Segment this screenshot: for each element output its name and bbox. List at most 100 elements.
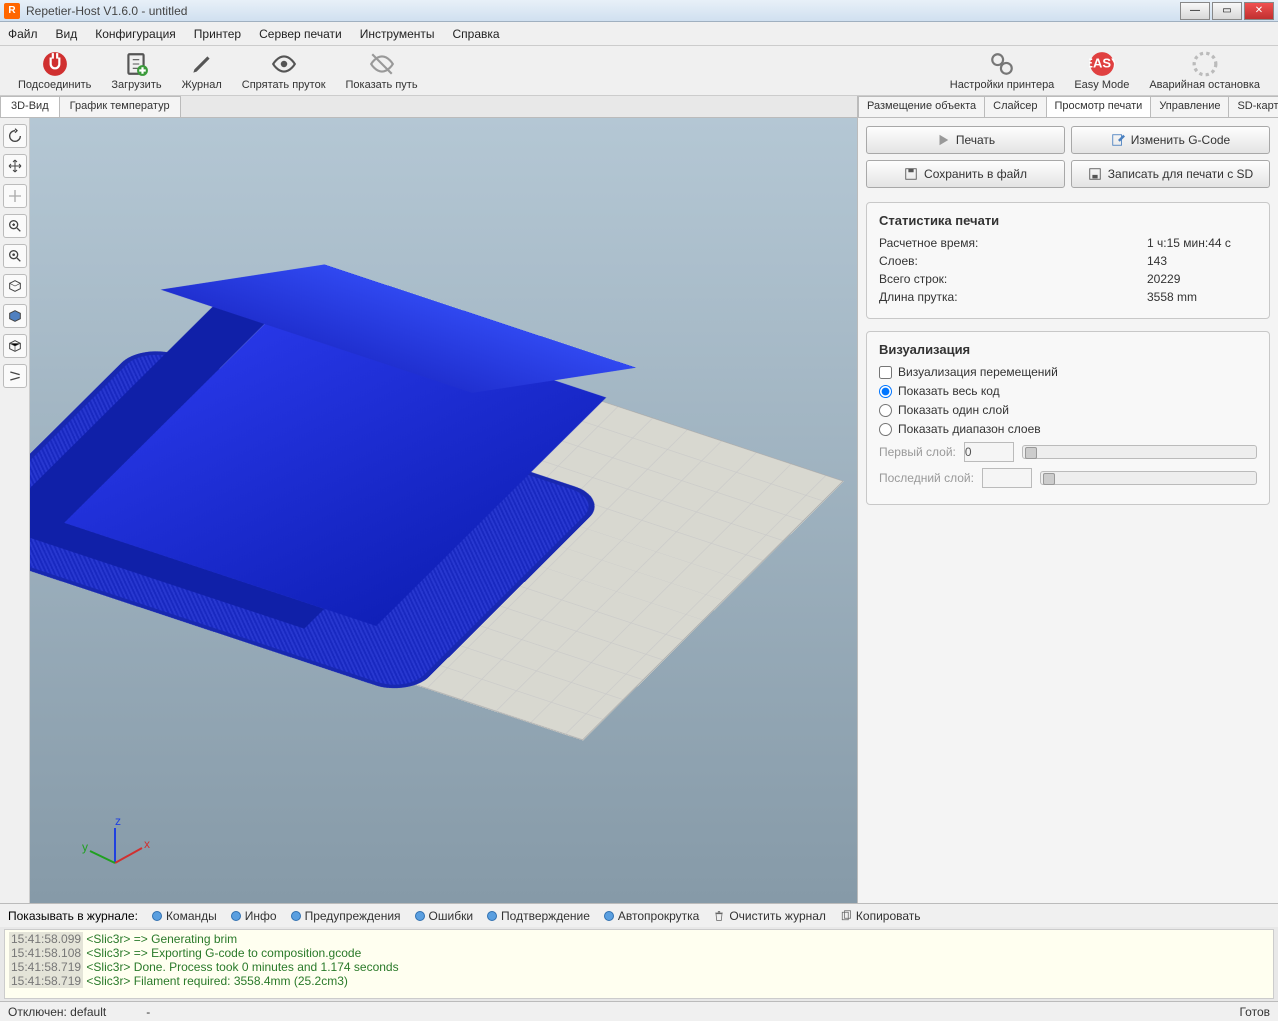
edit-icon [1111, 133, 1125, 147]
tab-3d-view[interactable]: 3D-Вид [0, 96, 60, 117]
status-ready: Готов [1239, 1005, 1270, 1019]
first-layer-input[interactable] [964, 442, 1014, 462]
parallel-view-button[interactable] [3, 364, 27, 388]
clear-log-button[interactable]: Очистить журнал [713, 909, 826, 923]
stat-time-value: 1 ч:15 мин:44 с [1147, 236, 1257, 250]
status-connection: Отключен: default [8, 1005, 106, 1019]
plug-icon [42, 51, 68, 77]
tab-object-placement[interactable]: Размещение объекта [858, 96, 985, 117]
first-layer-slider[interactable] [1022, 445, 1257, 459]
3d-viewport[interactable]: z x y [30, 118, 857, 903]
menu-tools[interactable]: Инструменты [360, 27, 435, 41]
connect-button[interactable]: Подсоединить [8, 49, 101, 93]
pencil-icon [189, 51, 215, 77]
load-button[interactable]: Загрузить [101, 49, 171, 93]
tab-temperature-graph[interactable]: График температур [59, 96, 181, 117]
move-view-button[interactable] [3, 154, 27, 178]
menu-file[interactable]: Файл [8, 27, 38, 41]
vis-travel-moves[interactable]: Визуализация перемещений [879, 365, 1257, 379]
vis-show-all[interactable]: Показать весь код [879, 384, 1257, 398]
hide-filament-button[interactable]: Спрятать пруток [232, 49, 336, 93]
save-file-button[interactable]: Сохранить в файл [866, 160, 1065, 188]
svg-text:z: z [115, 814, 121, 828]
vis-range-radio[interactable] [879, 423, 892, 436]
filter-ack[interactable]: Подтверждение [487, 909, 590, 923]
minimize-button[interactable]: — [1180, 2, 1210, 20]
top-view-button[interactable] [3, 274, 27, 298]
document-plus-icon [123, 51, 149, 77]
tab-sd-card[interactable]: SD-карта [1228, 96, 1278, 117]
vis-one-radio[interactable] [879, 404, 892, 417]
show-path-button[interactable]: Показать путь [336, 49, 428, 93]
printer-settings-button[interactable]: Настройки принтера [940, 49, 1065, 93]
vis-title: Визуализация [879, 342, 1257, 357]
stat-layers-label: Слоев: [879, 254, 1147, 268]
stat-lines-value: 20229 [1147, 272, 1257, 286]
stat-filament-value: 3558 mm [1147, 290, 1257, 304]
filter-autoscroll[interactable]: Автопрокрутка [604, 909, 699, 923]
filter-errors[interactable]: Ошибки [415, 909, 474, 923]
eye-icon [271, 51, 297, 77]
front-view-button[interactable] [3, 304, 27, 328]
filter-warnings[interactable]: Предупреждения [291, 909, 401, 923]
status-mid: - [146, 1005, 150, 1019]
tab-manual-control[interactable]: Управление [1150, 96, 1229, 117]
stat-time-label: Расчетное время: [879, 236, 1147, 250]
last-layer-slider[interactable] [1040, 471, 1257, 485]
eye-off-icon [369, 51, 395, 77]
dot-icon [152, 911, 162, 921]
zoom-in-button[interactable] [3, 214, 27, 238]
svg-text:y: y [82, 840, 88, 854]
close-button[interactable]: ✕ [1244, 2, 1274, 20]
stat-layers-value: 143 [1147, 254, 1257, 268]
save-icon [904, 167, 918, 181]
vis-all-radio[interactable] [879, 385, 892, 398]
zoom-fit-button[interactable] [3, 244, 27, 268]
last-layer-row: Последний слой: [879, 468, 1257, 488]
iso-view-button[interactable] [3, 334, 27, 358]
log-button[interactable]: Журнал [172, 49, 232, 93]
left-tabs: 3D-Вид График температур [0, 96, 857, 118]
stat-lines-label: Всего строк: [879, 272, 1147, 286]
log-console[interactable]: 15:41:58.099 <Slic3r> => Generating brim… [4, 929, 1274, 999]
dot-icon [415, 911, 425, 921]
filter-info[interactable]: Инфо [231, 909, 277, 923]
emergency-stop-button[interactable]: Аварийная остановка [1139, 49, 1270, 93]
maximize-button[interactable]: ▭ [1212, 2, 1242, 20]
title-bar: R Repetier-Host V1.6.0 - untitled — ▭ ✕ [0, 0, 1278, 22]
gears-icon [989, 51, 1015, 77]
filter-commands[interactable]: Команды [152, 909, 217, 923]
print-button[interactable]: Печать [866, 126, 1065, 154]
svg-text:x: x [144, 837, 150, 851]
menu-view[interactable]: Вид [56, 27, 78, 41]
last-layer-input[interactable] [982, 468, 1032, 488]
status-bar: Отключен: default - Готов [0, 1001, 1278, 1021]
menu-printserver[interactable]: Сервер печати [259, 27, 342, 41]
log-filter-bar: Показывать в журнале: Команды Инфо Преду… [0, 903, 1278, 927]
write-sd-button[interactable]: Записать для печати с SD [1071, 160, 1270, 188]
edit-gcode-button[interactable]: Изменить G-Code [1071, 126, 1270, 154]
menu-config[interactable]: Конфигурация [95, 27, 176, 41]
tab-print-preview[interactable]: Просмотр печати [1046, 96, 1152, 117]
menu-printer[interactable]: Принтер [194, 27, 241, 41]
vis-travel-checkbox[interactable] [879, 366, 892, 379]
log-filter-label: Показывать в журнале: [8, 909, 138, 923]
main-toolbar: Подсоединить Загрузить Журнал Спрятать п… [0, 46, 1278, 96]
stats-title: Статистика печати [879, 213, 1257, 228]
svg-text:EASY: EASY [1089, 55, 1115, 70]
copy-log-button[interactable]: Копировать [840, 909, 921, 923]
tab-slicer[interactable]: Слайсер [984, 96, 1046, 117]
axis-gizmo: z x y [80, 813, 150, 883]
vis-show-layer-range[interactable]: Показать диапазон слоев [879, 422, 1257, 436]
trash-icon [713, 910, 725, 922]
vis-show-one-layer[interactable]: Показать один слой [879, 403, 1257, 417]
easy-mode-button[interactable]: EASY Easy Mode [1064, 49, 1139, 93]
right-tabs: Размещение объекта Слайсер Просмотр печа… [858, 96, 1278, 118]
stop-icon [1192, 51, 1218, 77]
last-layer-label: Последний слой: [879, 471, 974, 485]
menu-help[interactable]: Справка [453, 27, 500, 41]
rotate-view-button[interactable] [3, 124, 27, 148]
move-object-button[interactable] [3, 184, 27, 208]
print-statistics-panel: Статистика печати Расчетное время:1 ч:15… [866, 202, 1270, 319]
first-layer-row: Первый слой: [879, 442, 1257, 462]
